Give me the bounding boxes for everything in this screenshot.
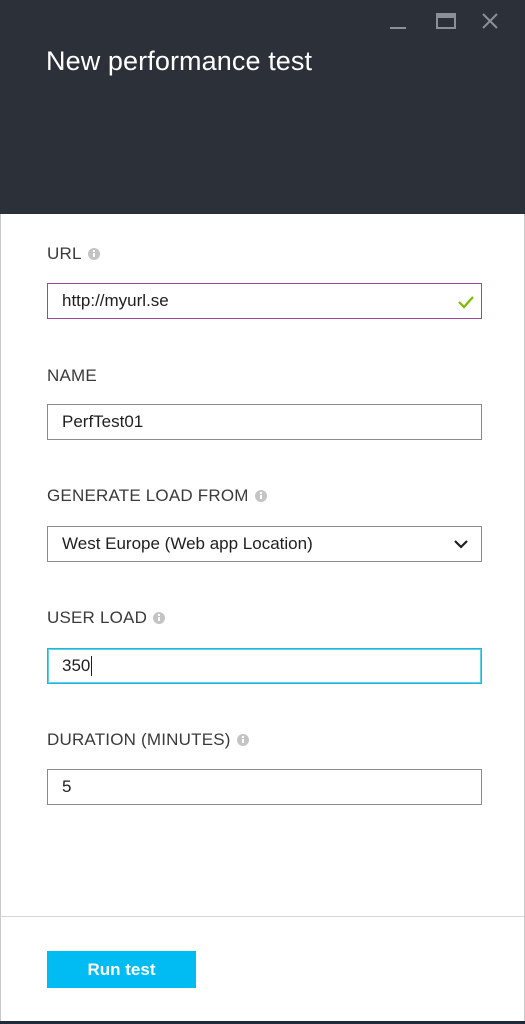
chevron-down-icon <box>454 540 468 549</box>
blade-title: New performance test <box>46 46 313 76</box>
name-label: NAME <box>47 366 97 386</box>
duration-value: 5 <box>62 777 72 796</box>
duration-input[interactable]: 5 <box>47 769 482 805</box>
generate-load-from-label-text: GENERATE LOAD FROM <box>47 486 249 505</box>
close-icon <box>482 13 498 29</box>
blade-footer: Run test <box>0 916 525 1024</box>
name-value: PerfTest01 <box>62 412 144 431</box>
generate-load-from-select[interactable]: West Europe (Web app Location) <box>47 526 482 562</box>
url-value: http://myurl.se <box>62 291 169 310</box>
url-label: URL <box>47 244 100 264</box>
blade-header: New performance test <box>0 0 525 214</box>
minimize-button[interactable] <box>383 6 413 36</box>
generate-load-from-label: GENERATE LOAD FROM <box>47 486 267 506</box>
performance-test-blade: New performance test URL http://myurl.se… <box>0 0 525 1024</box>
check-icon <box>458 296 474 309</box>
name-label-text: NAME <box>47 366 97 385</box>
info-icon[interactable] <box>254 490 267 502</box>
close-button[interactable] <box>475 6 505 36</box>
user-load-label-text: USER LOAD <box>47 608 148 627</box>
user-load-value: 350 <box>62 656 91 675</box>
minimize-icon <box>390 27 406 29</box>
form-area: URL http://myurl.se NAME PerfTest01 GENE… <box>0 214 525 916</box>
name-input[interactable]: PerfTest01 <box>47 404 482 440</box>
info-icon[interactable] <box>153 612 166 624</box>
duration-label-text: DURATION (MINUTES) <box>47 730 231 749</box>
info-icon[interactable] <box>87 248 100 260</box>
url-label-text: URL <box>47 244 82 263</box>
maximize-button[interactable] <box>431 6 461 36</box>
user-load-input[interactable]: 350 <box>47 648 482 684</box>
generate-load-from-value: West Europe (Web app Location) <box>62 534 313 553</box>
user-load-label: USER LOAD <box>47 608 166 628</box>
maximize-icon <box>436 13 456 29</box>
text-caret <box>91 656 93 676</box>
info-icon[interactable] <box>236 734 249 746</box>
run-test-button[interactable]: Run test <box>47 951 196 988</box>
url-input[interactable]: http://myurl.se <box>47 283 482 319</box>
duration-label: DURATION (MINUTES) <box>47 730 249 750</box>
